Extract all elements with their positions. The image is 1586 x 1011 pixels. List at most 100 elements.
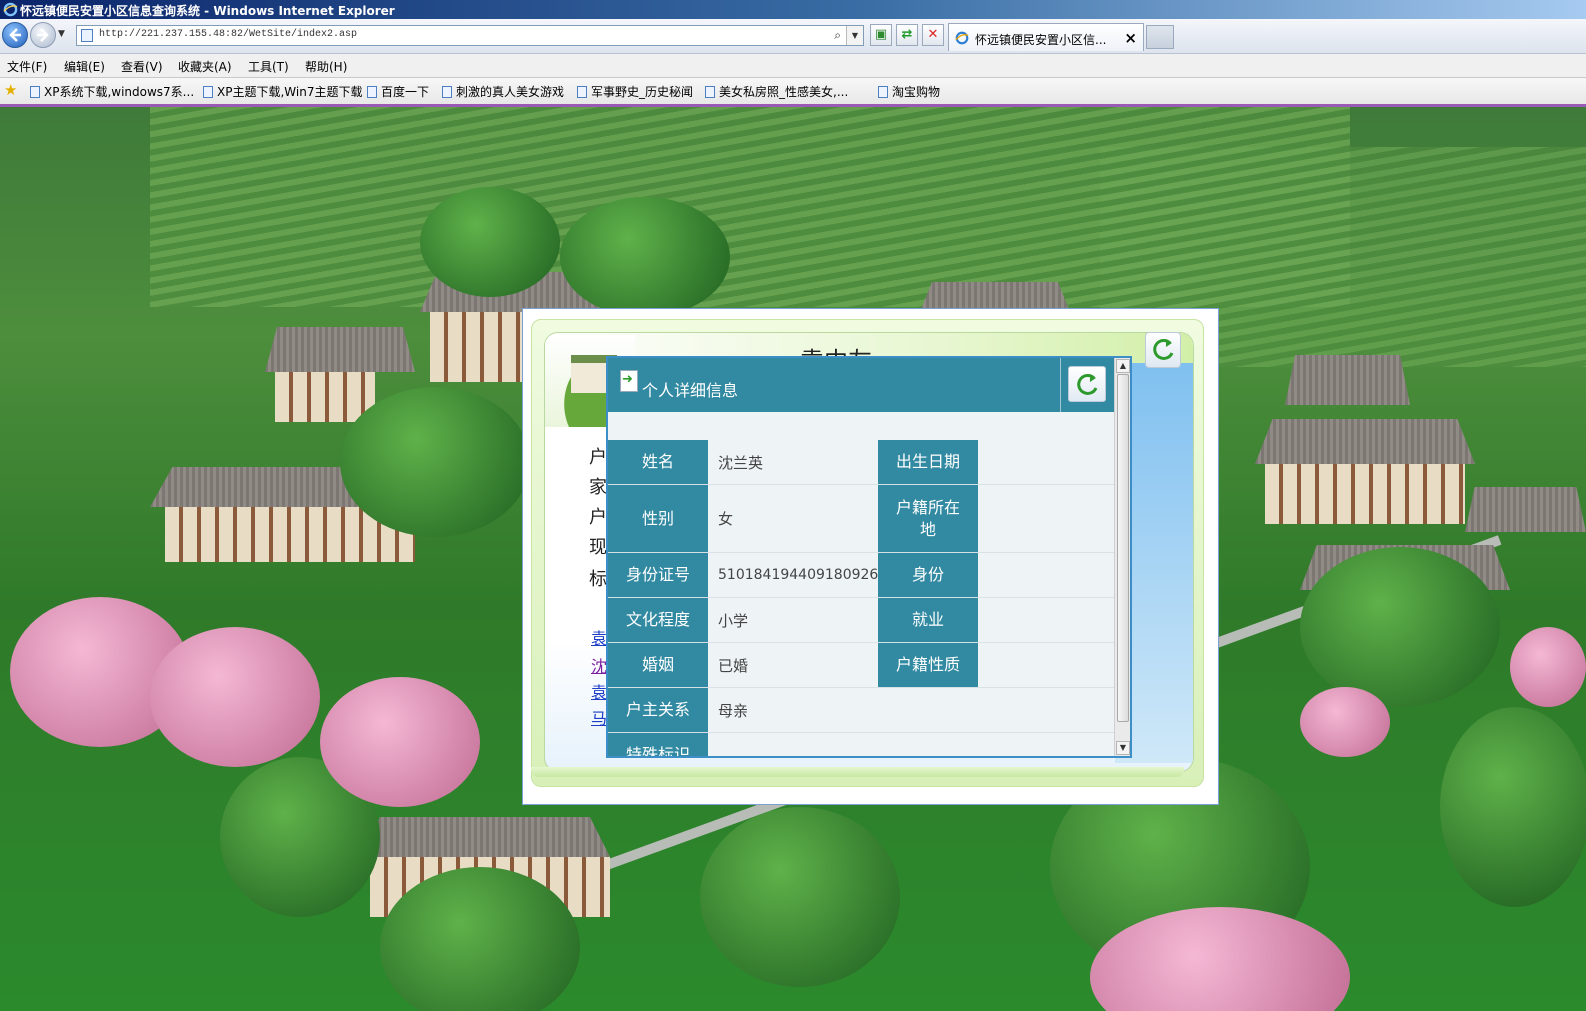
hukou-type-label: 户籍性质 [878,643,978,687]
tree [1300,547,1500,707]
address-bar[interactable]: http://221.237.155.48:82/WetSite/index2.… [76,25,864,46]
favorite-link[interactable]: 刺激的真人美女游戏 [442,83,564,100]
hukou-location-value [978,485,1114,552]
scroll-thumb[interactable] [1117,374,1129,722]
favorite-link[interactable]: 军事野史_历史秘闻 [577,83,693,100]
gender-value: 女 [718,510,734,528]
house-roof [1465,487,1586,532]
menu-favorites[interactable]: 收藏夹(A) [178,58,232,75]
page-icon [878,86,888,98]
new-tab-button[interactable] [1146,25,1174,49]
page-icon [577,86,587,98]
table-row: 文化程度 小学 就业 [608,598,1114,643]
name-label: 姓名 [608,440,708,484]
relation-value: 母亲 [718,701,749,720]
school-roof [360,817,610,857]
favorite-link[interactable]: 百度一下 [367,83,429,100]
tree [1440,707,1586,907]
page-icon [705,86,715,98]
detail-return-button[interactable] [1068,366,1106,402]
refresh-button[interactable]: ⇄ [896,24,918,46]
page-icon [367,86,377,98]
page-icon [442,86,452,98]
search-icon[interactable]: ⌕ [834,28,841,43]
back-arrow-icon [9,28,21,42]
household-field-label: 标 [589,569,607,590]
favorite-link[interactable]: 美女私房照_性感美女,... [705,83,848,100]
blossom-tree [1510,627,1586,707]
navigation-toolbar: ▼ http://221.237.155.48:82/WetSite/index… [0,19,1586,54]
table-row: 姓名 沈兰英 出生日期 [608,440,1114,485]
favorite-link[interactable]: XP系统下载,windows7系... [30,83,194,100]
education-value: 小学 [718,611,749,630]
scroll-up-icon[interactable]: ▲ [1116,359,1130,373]
return-arrow-icon [1077,373,1098,395]
ie-logo-icon [3,2,18,17]
identity-value [978,553,1114,597]
document-arrow-icon [620,370,638,392]
menu-view[interactable]: 查看(V) [121,58,163,75]
member-link[interactable]: 沈 [591,653,607,677]
scroll-down-icon[interactable]: ▼ [1116,741,1130,755]
member-link[interactable]: 袁 [591,625,607,649]
vertical-scrollbar[interactable]: ▲ ▼ [1114,358,1130,756]
detail-table: 姓名 沈兰英 出生日期 性别 女 户籍所在地 身份证号 510184194409… [608,440,1114,756]
favorites-star-icon[interactable]: ★ [4,83,17,98]
personal-detail-dialog: 个人详细信息 姓名 沈兰英 出生日期 性别 女 户籍所在地 身份证号 51018… [606,356,1132,758]
forward-button[interactable] [30,22,56,48]
household-field-label: 家 [589,477,607,498]
menu-help[interactable]: 帮助(H) [305,58,347,75]
window-title: 怀远镇便民安置小区信息查询系统 - Windows Internet Explo… [20,4,395,18]
hukou-location-label: 户籍所在地 [878,485,978,552]
menu-tools[interactable]: 工具(T) [248,58,289,75]
marriage-label: 婚姻 [608,643,708,687]
return-arrow-icon [1153,338,1174,360]
identity-label: 身份 [878,553,978,597]
special-mark-label: 特殊标识 [608,733,708,756]
tree [420,187,560,297]
table-row: 婚姻 已婚 户籍性质 [608,643,1114,688]
house-wall [1265,464,1465,524]
dob-label: 出生日期 [878,440,978,484]
detail-spacer-row [608,412,1114,441]
tree [700,807,900,987]
household-field-label: 户 [589,447,607,468]
window-title-bar: 怀远镇便民安置小区信息查询系统 - Windows Internet Explo… [0,0,1586,19]
employment-label: 就业 [878,598,978,642]
detail-header: 个人详细信息 [608,358,1114,412]
back-button[interactable] [2,22,28,48]
recent-pages-dropdown-icon[interactable]: ▼ [58,29,65,39]
tree [340,387,530,537]
education-label: 文化程度 [608,598,708,642]
address-dropdown-icon[interactable]: ▼ [846,26,863,45]
menu-edit[interactable]: 编辑(E) [64,58,105,75]
employment-value [978,598,1114,642]
compatibility-view-button[interactable]: ▣ [870,24,892,46]
tab-title: 怀远镇便民安置小区信... [975,33,1107,47]
member-link[interactable]: 袁 [591,679,607,703]
household-panel-footer [531,767,1184,777]
blossom-tree [320,677,480,807]
member-link[interactable]: 马 [591,705,607,729]
browser-tab[interactable]: 怀远镇便民安置小区信... × [948,23,1144,51]
favorite-link[interactable]: XP主题下载,Win7主题下载 [203,83,362,100]
blossom-tree [1300,687,1390,757]
page-icon [203,86,213,98]
stop-button[interactable]: ✕ [922,24,944,46]
address-url[interactable]: http://221.237.155.48:82/WetSite/index2.… [99,29,357,40]
page-icon [30,86,40,98]
close-tab-icon[interactable]: × [1124,29,1137,47]
return-button[interactable] [1145,332,1181,368]
menu-bar: 文件(F) 编辑(E) 查看(V) 收藏夹(A) 工具(T) 帮助(H) [0,54,1586,78]
blossom-tree [150,627,320,767]
ie-tab-icon [955,31,969,45]
gender-label: 性别 [608,485,708,552]
table-row: 户主关系 母亲 [608,688,1114,733]
house-roof [1285,355,1410,405]
favorites-bar: ★ XP系统下载,windows7系... XP主题下载,Win7主题下载 百度… [0,78,1586,107]
id-number-value: 510184194409180926 [718,567,879,583]
relation-label: 户主关系 [608,688,708,732]
detail-title: 个人详细信息 [642,381,739,400]
menu-file[interactable]: 文件(F) [7,58,47,75]
favorite-link[interactable]: 淘宝购物 [878,83,940,100]
